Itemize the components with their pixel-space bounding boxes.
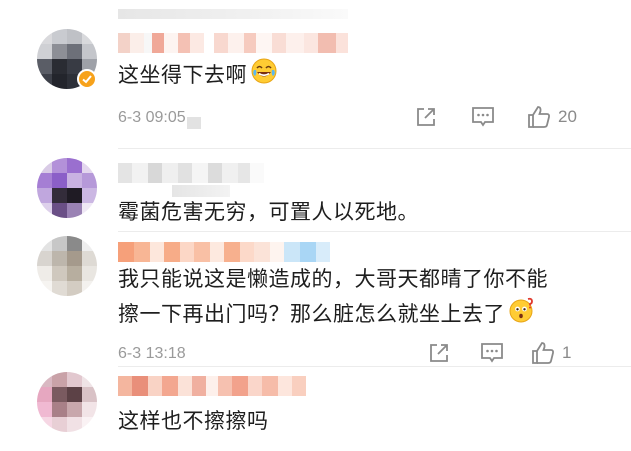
comment-time: 6-3 13:18 bbox=[118, 345, 186, 362]
comment-actions: 20 bbox=[414, 104, 577, 130]
share-button[interactable] bbox=[414, 105, 438, 129]
laugh-cry-emoji bbox=[251, 58, 277, 94]
like-icon bbox=[532, 342, 554, 364]
comment-time: 6-3 09:05 bbox=[118, 109, 186, 126]
verified-badge-icon bbox=[77, 69, 97, 89]
like-count: 20 bbox=[558, 107, 577, 126]
username-blurred[interactable] bbox=[118, 33, 348, 53]
wonder-emoji bbox=[509, 297, 535, 333]
username-blurred[interactable] bbox=[118, 376, 306, 396]
comment-text: 这坐得下去啊 bbox=[118, 58, 277, 94]
comment-button[interactable] bbox=[470, 105, 496, 129]
share-icon bbox=[417, 108, 435, 126]
avatar[interactable] bbox=[37, 158, 97, 218]
avatar[interactable] bbox=[37, 236, 97, 296]
comment-text-line-2: 擦一下再出门吗？那么脏怎么就坐上去了 bbox=[118, 297, 535, 333]
comment-text-line-1: 我只能说这是懒造成的，大哥天都晴了你不能 bbox=[118, 267, 548, 291]
comment-actions: 1 bbox=[427, 340, 571, 366]
comment-icon bbox=[481, 343, 503, 363]
share-button[interactable] bbox=[427, 341, 451, 365]
comment-text: 霉菌危害无穷，可置人以死地。 bbox=[118, 200, 419, 224]
like-icon bbox=[528, 106, 550, 128]
comment-item: 这坐得下去啊 6-3 09:05 20 bbox=[0, 0, 631, 150]
like-count: 1 bbox=[562, 343, 572, 362]
avatar[interactable] bbox=[37, 372, 97, 432]
comment-item: 这样也不擦擦吗 bbox=[0, 366, 631, 451]
comment-item: 霉菌危害无穷，可置人以死地。 bbox=[0, 150, 631, 230]
comment-icon bbox=[472, 107, 494, 127]
comment-item: 我只能说这是懒造成的，大哥天都晴了你不能 擦一下再出门吗？那么脏怎么就坐上去了 … bbox=[0, 232, 631, 364]
share-icon bbox=[430, 344, 448, 362]
blur-fragment bbox=[187, 117, 201, 129]
username-blurred[interactable] bbox=[118, 242, 330, 262]
comment-button[interactable] bbox=[479, 341, 505, 365]
divider bbox=[118, 148, 631, 149]
username-blurred[interactable] bbox=[118, 163, 264, 183]
comment-text: 这样也不擦擦吗 bbox=[118, 409, 269, 433]
like-button[interactable]: 20 bbox=[526, 104, 577, 130]
like-button[interactable]: 1 bbox=[530, 340, 571, 366]
